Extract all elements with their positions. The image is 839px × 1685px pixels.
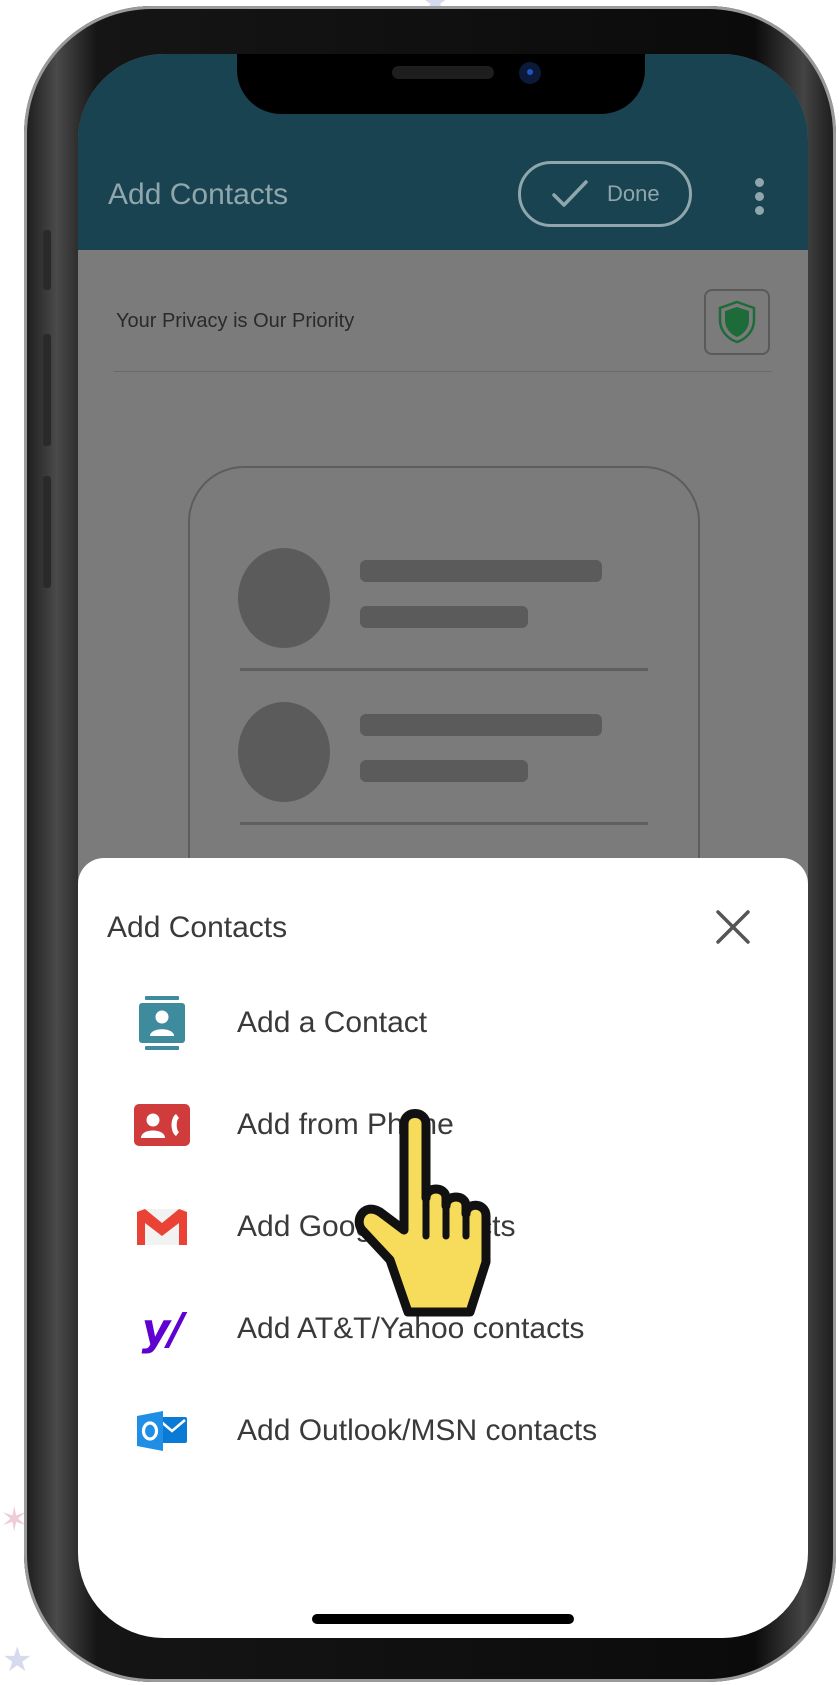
speaker-grille bbox=[392, 66, 494, 79]
done-button[interactable]: Done bbox=[518, 161, 692, 227]
add-outlook-contacts-option[interactable]: Add Outlook/MSN contacts bbox=[78, 1386, 808, 1476]
privacy-notice: Your Privacy is Our Priority bbox=[116, 310, 355, 332]
phone-contacts-icon bbox=[134, 1100, 190, 1150]
close-icon[interactable] bbox=[715, 909, 751, 945]
page-title: Add Contacts bbox=[108, 178, 289, 211]
placeholder-separator bbox=[240, 822, 648, 825]
add-outlook-contacts-label: Add Outlook/MSN contacts bbox=[237, 1414, 598, 1447]
placeholder-separator bbox=[240, 668, 648, 671]
sheet-title: Add Contacts bbox=[107, 911, 288, 944]
outlook-icon bbox=[134, 1406, 190, 1456]
add-contact-option[interactable]: Add a Contact bbox=[78, 978, 808, 1068]
shield-icon bbox=[718, 300, 756, 344]
placeholder-line bbox=[360, 714, 602, 736]
done-button-label: Done bbox=[607, 181, 660, 206]
gmail-icon bbox=[134, 1202, 190, 1252]
placeholder-avatar bbox=[238, 702, 330, 802]
front-camera bbox=[519, 62, 541, 84]
placeholder-line bbox=[360, 760, 528, 782]
phone-side-button bbox=[43, 476, 51, 588]
phone-notch bbox=[237, 54, 645, 114]
placeholder-line bbox=[360, 606, 528, 628]
decorative-star-icon: ★ bbox=[2, 1641, 33, 1679]
contact-card-icon bbox=[134, 996, 190, 1050]
placeholder-avatar bbox=[238, 548, 330, 648]
tap-pointer-hand-icon bbox=[354, 1109, 491, 1317]
phone-side-button bbox=[43, 334, 51, 446]
add-contact-label: Add a Contact bbox=[237, 1006, 428, 1039]
home-indicator bbox=[312, 1614, 574, 1624]
more-options-icon[interactable] bbox=[754, 178, 766, 218]
phone-screen: Add Contacts Done Your Privacy is Our Pr… bbox=[78, 54, 808, 1638]
section-divider bbox=[114, 371, 772, 372]
placeholder-line bbox=[360, 560, 602, 582]
privacy-shield-button[interactable] bbox=[704, 289, 770, 355]
checkmark-icon bbox=[552, 180, 588, 207]
phone-side-button bbox=[43, 230, 51, 290]
yahoo-icon: y/ bbox=[141, 1303, 185, 1355]
